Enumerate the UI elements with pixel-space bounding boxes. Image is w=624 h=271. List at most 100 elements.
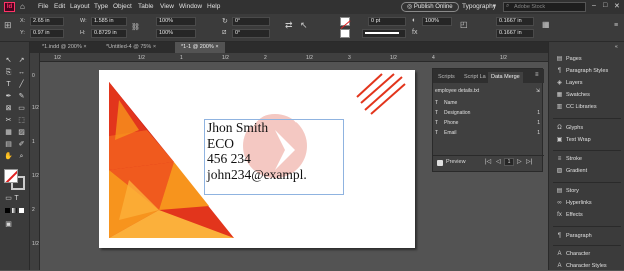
home-icon[interactable]: ⌂ <box>20 2 25 11</box>
apply-gradient-icon[interactable] <box>12 208 17 213</box>
x-position-field[interactable]: 2.65 in <box>30 17 64 26</box>
maximize-button[interactable]: □ <box>603 2 607 9</box>
menu-type[interactable]: Type <box>94 3 108 10</box>
dock-item-paragraph[interactable]: ¶ Paragraph <box>549 231 624 241</box>
flip-icon[interactable]: ⇄ <box>285 20 293 31</box>
workspace-switcher[interactable]: Typography <box>462 3 496 10</box>
field-row-phone[interactable]: T Phone 1 <box>435 119 542 127</box>
fx-icon[interactable]: fx <box>412 29 417 36</box>
view-mode-icon[interactable]: ▣ <box>4 220 13 229</box>
panel-menu-icon[interactable]: ≡ <box>614 22 618 29</box>
dimension-field-a[interactable]: 0.1667 in <box>496 17 534 26</box>
pencil-tool-icon[interactable]: ✎ <box>17 92 26 101</box>
field-row-email[interactable]: T Email 1 <box>435 129 542 137</box>
dock-item-layers[interactable]: ◈ Layers <box>549 78 624 88</box>
gradient-tool-icon[interactable]: ▦ <box>4 128 13 137</box>
dock-item-character[interactable]: A Character <box>549 249 624 259</box>
menu-file[interactable]: File <box>38 3 48 10</box>
field-row-designation[interactable]: T Designation 1 <box>435 109 542 117</box>
scale-y-field[interactable]: 100% <box>156 29 196 38</box>
dock-item-paragraph-styles[interactable]: ¶ Paragraph Styles <box>549 66 624 76</box>
selection-tool-icon[interactable]: ↖ <box>4 56 13 65</box>
scale-x-field[interactable]: 100% <box>156 17 196 26</box>
stroke-swatch[interactable] <box>340 29 350 38</box>
apply-none-icon[interactable] <box>19 208 24 213</box>
dock-item-text-wrap[interactable]: ▣ Text Wrap <box>549 135 624 145</box>
page-tool-icon[interactable]: ⎘ <box>4 68 13 77</box>
next-record-button[interactable]: ▷ <box>517 158 522 165</box>
fill-color-box[interactable] <box>4 169 18 183</box>
menu-edit[interactable]: Edit <box>54 3 65 10</box>
dock-item-hyperlinks[interactable]: ∞ Hyperlinks <box>549 198 624 208</box>
reference-point-icon[interactable]: ⊞ <box>4 20 12 31</box>
chevron-down-icon[interactable]: ▾ <box>493 3 496 9</box>
opacity-field[interactable]: 100% <box>422 17 452 26</box>
minimize-button[interactable]: – <box>592 2 596 9</box>
tab-data-merge[interactable]: Data Merge <box>488 72 523 83</box>
line-tool-icon[interactable]: ╱ <box>17 80 26 89</box>
eyedropper-tool-icon[interactable]: ✐ <box>17 140 26 149</box>
gradient-feather-tool-icon[interactable]: ▨ <box>17 128 26 137</box>
preview-checkbox[interactable] <box>437 160 443 166</box>
menu-help[interactable]: Help <box>207 3 220 10</box>
menu-view[interactable]: View <box>160 3 174 10</box>
tab-script-label[interactable]: Script La <box>461 72 489 83</box>
menu-window[interactable]: Window <box>179 3 202 10</box>
dock-collapse-icon[interactable]: « <box>615 44 618 50</box>
tab-scripts[interactable]: Scripts <box>435 72 458 83</box>
previous-record-button[interactable]: ◁ <box>496 158 501 165</box>
frame-tool-icon[interactable]: ⊠ <box>4 104 13 113</box>
transform-tool-icon[interactable]: ⬚ <box>17 116 26 125</box>
last-record-button[interactable]: ▷| <box>526 158 532 165</box>
first-record-button[interactable]: |◁ <box>485 158 491 165</box>
width-field[interactable]: 1.585 in <box>91 17 127 26</box>
formatting-text-icon[interactable]: T <box>12 194 21 203</box>
shear-field[interactable]: 0° <box>232 29 270 38</box>
tab-document-1[interactable]: *1.indd @ 200% × <box>36 42 98 53</box>
stroke-weight-field[interactable]: 0 pt <box>368 17 406 26</box>
dock-item-swatches[interactable]: ▦ Swatches <box>549 90 624 100</box>
menu-object[interactable]: Object <box>113 3 132 10</box>
gap-tool-icon[interactable]: ↔ <box>17 68 26 77</box>
pen-tool-icon[interactable]: ✒ <box>4 92 13 101</box>
constrain-proportions-icon[interactable]: ⛓ <box>131 23 140 31</box>
menu-table[interactable]: Table <box>138 3 154 10</box>
stock-search-input[interactable]: Adobe Stock <box>503 2 586 12</box>
direct-selection-tool-icon[interactable]: ↗ <box>17 56 26 65</box>
scissors-tool-icon[interactable]: ✂ <box>4 116 13 125</box>
close-icon[interactable]: × <box>83 44 86 50</box>
zoom-tool-icon[interactable]: ⌕ <box>17 152 26 161</box>
corner-icon[interactable]: ◰ <box>460 20 468 29</box>
record-number-field[interactable]: 1 <box>504 158 514 166</box>
dock-item-stroke[interactable]: ≡ Stroke <box>549 154 624 164</box>
panel-menu-icon[interactable]: ≡ <box>535 72 539 78</box>
grid-icon[interactable]: ▦ <box>542 20 550 29</box>
dock-item-story[interactable]: ▤ Story <box>549 186 624 196</box>
close-button[interactable]: ✕ <box>614 2 620 10</box>
dock-item-glyphs[interactable]: Ω Glyphs <box>549 123 624 133</box>
dock-item-effects[interactable]: fx Effects <box>549 210 624 220</box>
dock-item-pages[interactable]: ▤ Pages <box>549 54 624 64</box>
field-row-name[interactable]: T Name <box>435 99 542 107</box>
dimension-field-b[interactable]: 0.1667 in <box>496 29 534 38</box>
publish-online-button[interactable]: ◎ Publish Online <box>401 2 459 12</box>
note-tool-icon[interactable]: ▤ <box>4 140 13 149</box>
tab-document-3[interactable]: *1-1 @ 200% × <box>175 42 225 53</box>
dock-item-gradient[interactable]: ▨ Gradient <box>549 166 624 176</box>
apply-color-icon[interactable] <box>5 208 10 213</box>
stroke-type-select[interactable] <box>362 29 406 38</box>
height-field[interactable]: 0.8729 in <box>91 29 127 38</box>
selection-icon[interactable]: ↖ <box>300 20 308 31</box>
close-icon[interactable]: × <box>153 44 156 50</box>
rotation-field[interactable]: 0° <box>232 17 270 26</box>
hand-tool-icon[interactable]: ✋ <box>4 152 13 161</box>
menu-layout[interactable]: Layout <box>70 3 90 10</box>
type-tool-icon[interactable]: T <box>4 80 13 89</box>
tab-document-2[interactable]: *Untitled-4 @ 75% × <box>100 42 172 53</box>
rectangle-tool-icon[interactable]: ▭ <box>17 104 26 113</box>
y-position-field[interactable]: 0.97 in <box>30 29 64 38</box>
data-source-menu-icon[interactable]: ⇲ <box>536 87 540 95</box>
close-icon[interactable]: × <box>215 44 218 50</box>
dock-item-cc-libraries[interactable]: ▥ CC Libraries <box>549 102 624 112</box>
text-frame[interactable]: Jhon Smith ECO 456 234 john234@exampl. <box>204 119 344 195</box>
